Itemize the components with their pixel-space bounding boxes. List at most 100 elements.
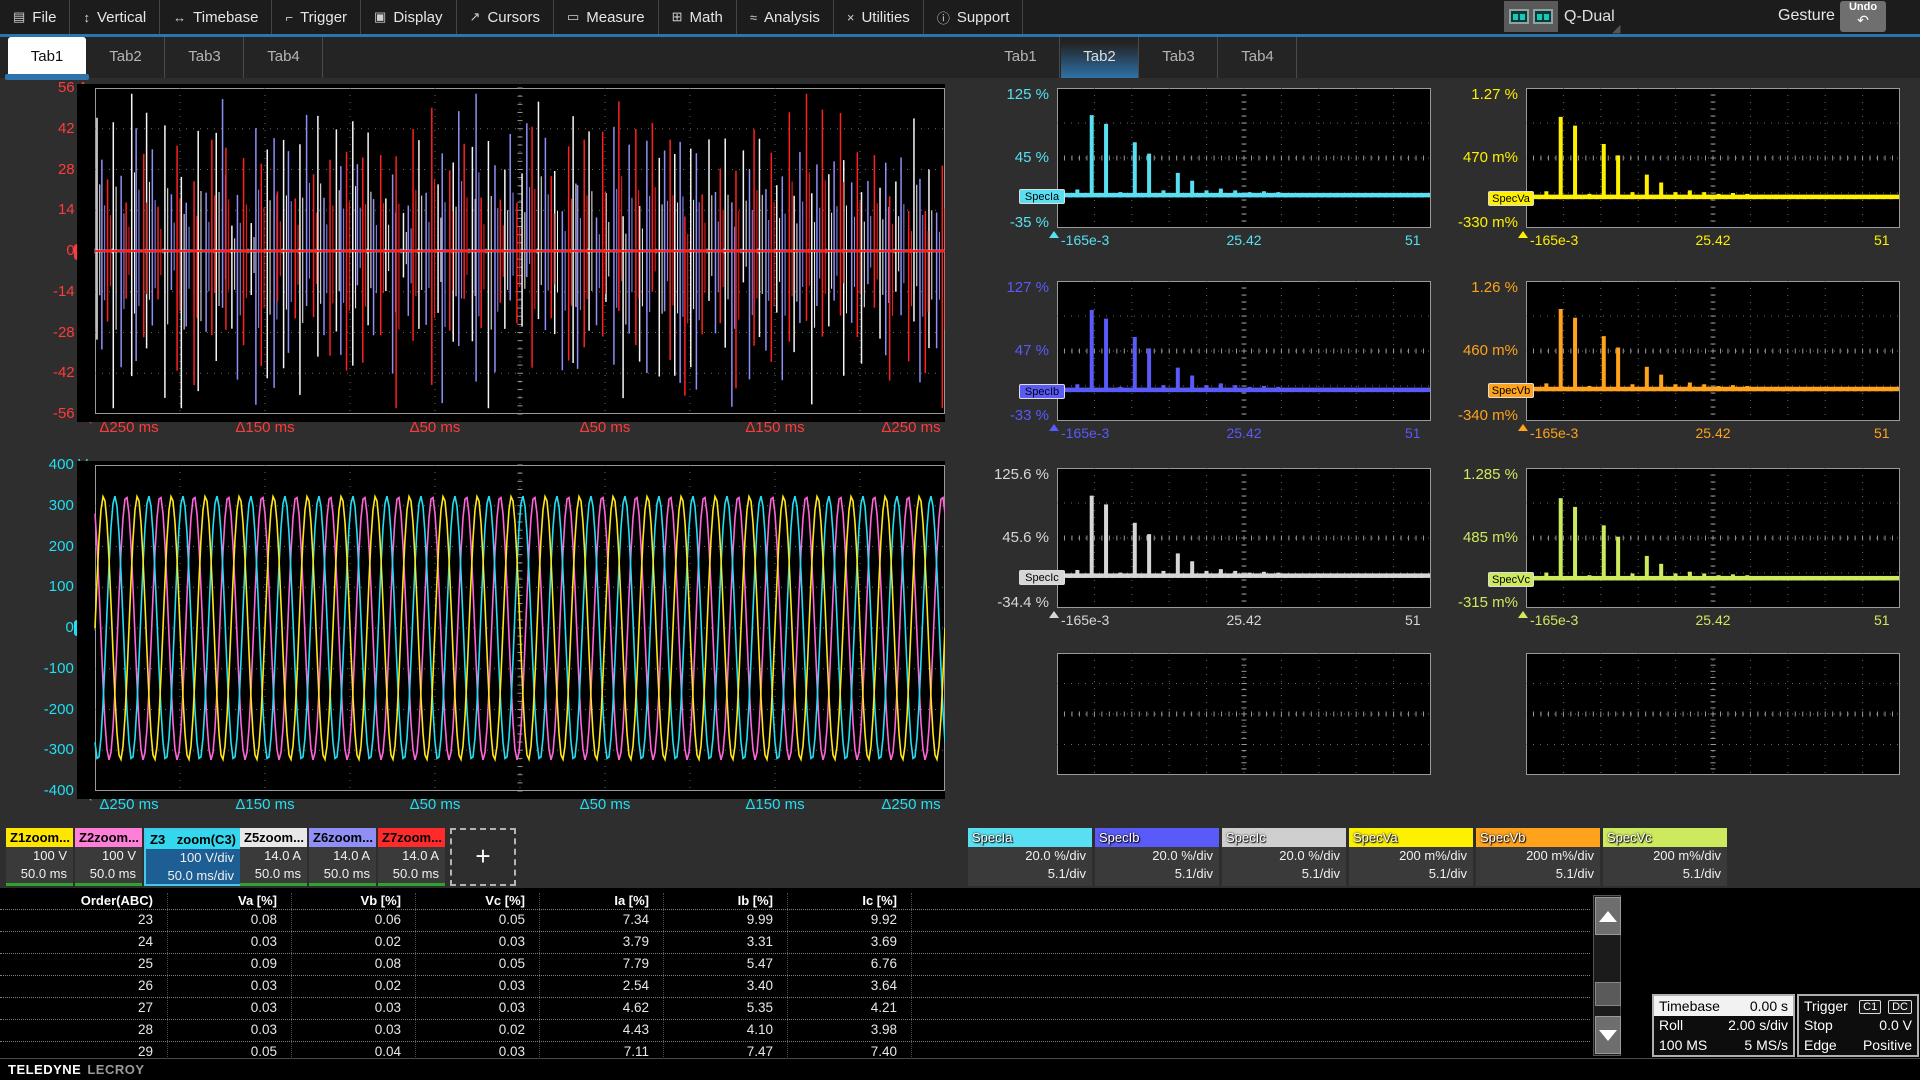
channel-label-SpecVb[interactable]: SpecVb	[1488, 383, 1534, 398]
channel-label-SpecVa[interactable]: SpecVa	[1488, 191, 1534, 206]
table-cell: 0.03	[168, 1020, 292, 1041]
current-waveform-plot[interactable]	[77, 84, 945, 422]
menu-item-display[interactable]: ▣Display	[361, 0, 456, 34]
menu-item-file[interactable]: ▤File	[0, 0, 70, 34]
scrollbar-thumb[interactable]	[1595, 982, 1621, 1006]
menu-item-timebase[interactable]: ↔Timebase	[160, 0, 272, 34]
table-header-cell: Ia [%]	[540, 893, 664, 909]
trigger-summary-box[interactable]: Trigger C1 DC Stop 0.0 V Edge Positive	[1797, 994, 1919, 1057]
descriptor-hscale: 5.1/div	[1476, 865, 1600, 883]
table-cell: 3.79	[540, 932, 664, 953]
menu-item-measure[interactable]: ▭Measure	[554, 0, 659, 34]
menu-item-analysis[interactable]: ≈Analysis	[737, 0, 834, 34]
spectrum-marker-icon	[1049, 611, 1059, 618]
descriptor-hscale: 5.1/div	[1222, 865, 1346, 883]
descriptor-hscale: 50.0 ms	[240, 865, 307, 883]
menu-item-trigger[interactable]: ⌐Trigger	[272, 0, 361, 34]
voltage-waveform-plot[interactable]	[77, 461, 945, 799]
descriptor-z3[interactable]: Z3zoom(C3)100 V/div50.0 ms/div	[144, 828, 242, 886]
empty-grid	[1526, 653, 1900, 775]
tab-left-tab3[interactable]: Tab3	[166, 37, 244, 78]
undo-button[interactable]: Undo ↶	[1840, 1, 1886, 32]
spectrum-plot-SpecIb[interactable]	[1057, 281, 1431, 421]
spectrum-y-label: -35 %	[973, 214, 1049, 231]
menu-item-label: Measure	[586, 9, 644, 26]
table-cell: 24	[0, 932, 168, 953]
up-arrow-icon	[1599, 911, 1617, 922]
table-cell: 6.76	[788, 954, 912, 975]
timebase-summary-box[interactable]: Timebase 0.00 s Roll 2.00 s/div 100 MS 5…	[1652, 994, 1795, 1057]
oscilloscope-screen: ▤File↕Vertical↔Timebase⌐Trigger▣Display↗…	[0, 0, 1920, 1080]
menu-item-vertical[interactable]: ↕Vertical	[70, 0, 160, 34]
spectrum-x-label: -165e-3	[1530, 425, 1578, 441]
spectrum-plot-SpecVb[interactable]	[1526, 281, 1900, 421]
trigger-source-badge: C1	[1859, 1000, 1881, 1014]
tab-left-tab2[interactable]: Tab2	[87, 37, 165, 78]
dual-grid-icon	[1533, 9, 1553, 24]
table-cell: 3.69	[788, 932, 912, 953]
spectrum-y-label: 1.285 %	[1442, 466, 1518, 483]
tab-left-tab4[interactable]: Tab4	[245, 37, 323, 78]
descriptor-specic[interactable]: SpecIc20.0 %/div5.1/div	[1222, 828, 1346, 886]
descriptor-z2[interactable]: Z2zoom...100 V50.0 ms	[75, 828, 142, 886]
descriptor-hscale: 50.0 ms	[309, 865, 376, 883]
descriptor-header: Z5zoom...	[240, 828, 307, 847]
table-row: 250.090.080.057.795.476.76	[0, 954, 1590, 976]
descriptor-id: Z6	[313, 830, 328, 845]
tab-right-tab3[interactable]: Tab3	[1140, 37, 1218, 78]
cursor-arrow-icon: ↗	[470, 9, 481, 25]
descriptor-specvc[interactable]: SpecVc200 m%/div5.1/div	[1603, 828, 1727, 886]
table-cell: 0.02	[416, 1020, 540, 1041]
spectrum-plot-SpecVc[interactable]	[1526, 468, 1900, 608]
spectrum-plot-SpecIa[interactable]	[1057, 88, 1431, 228]
tab-right-tab1[interactable]: Tab1	[982, 37, 1060, 78]
spectrum-y-label: 1.27 %	[1442, 86, 1518, 103]
descriptor-specib[interactable]: SpecIb20.0 %/div5.1/div	[1095, 828, 1219, 886]
scroll-down-button[interactable]	[1595, 1016, 1621, 1054]
table-cell: 3.31	[664, 932, 788, 953]
trigger-slope: Positive	[1863, 1037, 1912, 1053]
channel-label-SpecVc[interactable]: SpecVc	[1488, 572, 1534, 587]
table-header-row: Order(ABC)Va [%]Vb [%]Vc [%]Ia [%]Ib [%]…	[0, 893, 1590, 910]
descriptor-z7[interactable]: Z7zoom...14.0 A50.0 ms	[378, 828, 445, 886]
descriptor-source: zoom...	[259, 830, 304, 845]
spectrum-x-label: -165e-3	[1061, 232, 1109, 248]
menu-item-utilities[interactable]: ×Utilities	[834, 0, 924, 34]
brand-teledyne: TELEDYNE	[8, 1062, 81, 1077]
spectrum-x-label: 25.42	[1226, 232, 1261, 248]
table-row: 260.030.020.032.543.403.64	[0, 976, 1590, 998]
channel-label-SpecIa[interactable]: SpecIa	[1019, 189, 1065, 204]
table-cell: 2.54	[540, 976, 664, 997]
tab-right-tab4[interactable]: Tab4	[1219, 37, 1297, 78]
descriptor-source: zoom...	[94, 830, 139, 845]
table-header-cell: Va [%]	[168, 893, 292, 909]
trigger-level: 0.0 V	[1879, 1017, 1912, 1033]
spectrum-y-label: 127 %	[973, 279, 1049, 296]
spectrum-plot-SpecIc[interactable]	[1057, 468, 1431, 608]
menu-item-math[interactable]: ⊞Math	[659, 0, 737, 34]
table-scrollbar[interactable]	[1593, 895, 1621, 1056]
spectrum-plot-SpecVa[interactable]	[1526, 88, 1900, 228]
menu-item-cursors[interactable]: ↗Cursors	[457, 0, 554, 34]
q-dual-button[interactable]	[1504, 1, 1558, 32]
table-cell: 27	[0, 998, 168, 1019]
dual-grid-icon	[1509, 9, 1529, 24]
scroll-up-button[interactable]	[1595, 897, 1621, 935]
descriptor-specva[interactable]: SpecVa200 m%/div5.1/div	[1349, 828, 1473, 886]
descriptor-hscale: 50.0 ms	[75, 865, 142, 883]
descriptor-z5[interactable]: Z5zoom...14.0 A50.0 ms	[240, 828, 307, 886]
channel-label-SpecIc[interactable]: SpecIc	[1019, 570, 1065, 585]
descriptor-specia[interactable]: SpecIa20.0 %/div5.1/div	[968, 828, 1092, 886]
menu-item-support[interactable]: ⓘSupport	[924, 0, 1024, 34]
tab-left-tab1[interactable]: Tab1	[8, 37, 86, 78]
add-trace-button[interactable]: +	[450, 828, 516, 886]
descriptor-z1[interactable]: Z1zoom...100 V50.0 ms	[6, 828, 73, 886]
spectrum-x-label: -165e-3	[1061, 612, 1109, 628]
descriptor-id: Z7	[382, 830, 397, 845]
descriptor-specvb[interactable]: SpecVb200 m%/div5.1/div	[1476, 828, 1600, 886]
tab-right-tab2[interactable]: Tab2	[1061, 37, 1139, 78]
descriptor-hscale: 5.1/div	[1095, 865, 1219, 883]
timebase-value: 0.00 s	[1750, 998, 1788, 1014]
descriptor-z6[interactable]: Z6zoom...14.0 A50.0 ms	[309, 828, 376, 886]
channel-label-SpecIb[interactable]: SpecIb	[1019, 384, 1065, 399]
